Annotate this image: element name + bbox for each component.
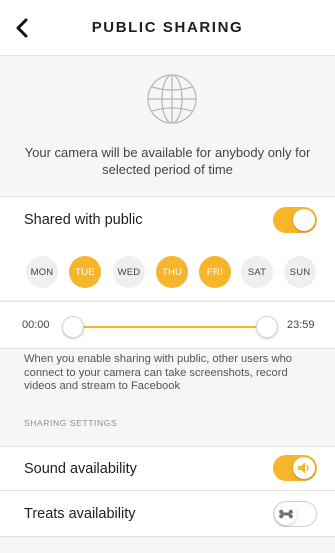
- time-range-row: 00:00 23:59: [0, 302, 335, 348]
- divider: [0, 536, 335, 537]
- divider: [0, 348, 335, 349]
- start-time: 00:00: [22, 319, 50, 331]
- day-thu[interactable]: THU: [156, 256, 188, 288]
- end-time: 23:59: [287, 319, 315, 331]
- sound-availability-row: Sound availability: [0, 447, 335, 490]
- days-spacer: [0, 243, 335, 256]
- chevron-left-icon: [16, 18, 28, 38]
- shared-public-row: Shared with public: [0, 197, 335, 243]
- header-bar: PUBLIC SHARING: [0, 0, 335, 56]
- start-time-handle[interactable]: [62, 316, 84, 338]
- page-title: PUBLIC SHARING: [91, 19, 244, 36]
- day-mon[interactable]: MON: [26, 256, 58, 288]
- shared-public-label: Shared with public: [24, 212, 143, 228]
- intro-description: Your camera will be available for anybod…: [24, 145, 311, 177]
- toggle-knob: [275, 503, 297, 525]
- time-range-track[interactable]: [73, 326, 266, 328]
- treats-availability-row: Treats availability: [0, 491, 335, 536]
- globe-icon: [147, 74, 197, 124]
- sound-availability-toggle[interactable]: [273, 455, 317, 481]
- shared-public-toggle[interactable]: [273, 207, 317, 233]
- day-sat[interactable]: SAT: [241, 256, 273, 288]
- day-tue[interactable]: TUE: [69, 256, 101, 288]
- day-wed[interactable]: WED: [113, 256, 145, 288]
- day-sun[interactable]: SUN: [284, 256, 316, 288]
- sound-availability-label: Sound availability: [24, 461, 137, 477]
- sharing-note: When you enable sharing with public, oth…: [24, 353, 293, 392]
- bone-icon: [279, 509, 293, 519]
- toggle-knob: [293, 209, 315, 231]
- section-header: SHARING SETTINGS: [24, 418, 118, 428]
- treats-availability-label: Treats availability: [24, 506, 136, 522]
- day-fri[interactable]: FRI: [199, 256, 231, 288]
- end-time-handle[interactable]: [256, 316, 278, 338]
- toggle-knob: [293, 457, 315, 479]
- back-button[interactable]: [8, 14, 36, 42]
- treats-availability-toggle[interactable]: [273, 501, 317, 527]
- day-selector: MON TUE WED THU FRI SAT SUN: [0, 256, 335, 300]
- speaker-icon: [298, 462, 309, 474]
